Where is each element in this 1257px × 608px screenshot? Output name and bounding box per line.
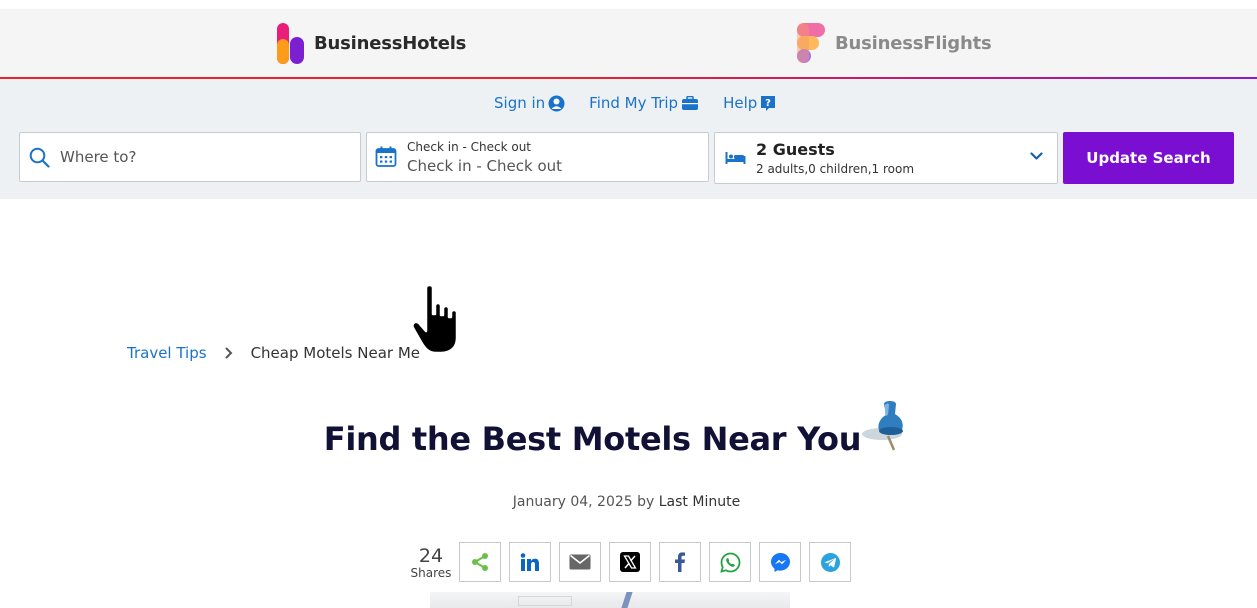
guests-selector[interactable]: 2 Guests 2 adults,0 children,1 room bbox=[714, 132, 1058, 184]
user-icon bbox=[548, 95, 565, 112]
brand-tab-business-hotels[interactable]: BusinessHotels bbox=[276, 9, 466, 78]
article-by: by bbox=[637, 494, 655, 510]
article-title: Find the Best Motels Near You bbox=[323, 420, 862, 458]
brand-bar: BusinessHotels BusinessFlights bbox=[0, 9, 1257, 78]
chevron-down-icon[interactable] bbox=[1030, 152, 1043, 161]
guests-detail: 2 adults,0 children,1 room bbox=[756, 162, 915, 176]
hero-image-detail bbox=[518, 596, 572, 606]
guests-text: 2 Guests 2 adults,0 children,1 room bbox=[756, 140, 914, 176]
telegram-share-button[interactable] bbox=[809, 542, 851, 582]
share-button[interactable] bbox=[459, 542, 501, 582]
messenger-icon bbox=[770, 552, 791, 573]
help-label: Help bbox=[723, 94, 758, 112]
find-my-trip-link[interactable]: Find My Trip bbox=[589, 94, 699, 112]
whatsapp-icon bbox=[719, 552, 741, 573]
linkedin-icon bbox=[520, 553, 540, 571]
share-icon bbox=[470, 552, 490, 572]
calendar-icon bbox=[375, 146, 397, 168]
find-my-trip-label: Find My Trip bbox=[589, 94, 679, 112]
whatsapp-share-button[interactable] bbox=[709, 542, 751, 582]
search-panel: Sign in Find My Trip Help ? Where to? Ch… bbox=[0, 79, 1257, 199]
dates-text: Check in - Check out Check in - Check ou… bbox=[407, 140, 562, 175]
chevron-right-icon bbox=[225, 347, 233, 359]
share-counter: 24 Shares bbox=[408, 546, 454, 580]
help-icon: ? bbox=[760, 95, 776, 112]
x-icon bbox=[620, 552, 640, 572]
email-share-button[interactable] bbox=[559, 542, 601, 582]
breadcrumb-current: Cheap Motels Near Me bbox=[250, 344, 420, 362]
sign-in-link[interactable]: Sign in bbox=[494, 94, 565, 112]
help-link[interactable]: Help ? bbox=[723, 94, 776, 112]
share-count: 24 bbox=[418, 545, 444, 567]
article-date: January 04, 2025 bbox=[512, 494, 633, 510]
briefcase-icon bbox=[681, 95, 699, 111]
dates-field[interactable]: Check in - Check out Check in - Check ou… bbox=[366, 132, 709, 182]
linkedin-share-button[interactable] bbox=[509, 542, 551, 582]
brand-name-flights: BusinessFlights bbox=[835, 33, 992, 54]
article-author-link[interactable]: Last Minute bbox=[659, 494, 740, 510]
hero-image bbox=[430, 592, 790, 608]
dates-input[interactable]: Check in - Check out bbox=[407, 157, 562, 175]
article-meta: January 04, 2025 by Last Minute bbox=[0, 494, 1253, 510]
share-label: Shares bbox=[410, 566, 452, 580]
facebook-icon bbox=[674, 552, 686, 572]
destination-field[interactable]: Where to? bbox=[19, 132, 361, 182]
messenger-share-button[interactable] bbox=[759, 542, 801, 582]
telegram-icon bbox=[820, 552, 841, 573]
breadcrumb: Travel Tips Cheap Motels Near Me bbox=[127, 344, 420, 362]
email-icon bbox=[569, 554, 591, 570]
business-hotels-logo-icon bbox=[276, 22, 305, 65]
search-icon bbox=[29, 147, 50, 168]
guests-count: 2 Guests bbox=[756, 140, 835, 159]
update-search-button[interactable]: Update Search bbox=[1063, 132, 1234, 184]
brand-name-hotels: BusinessHotels bbox=[314, 33, 467, 54]
brand-tab-business-flights[interactable]: BusinessFlights bbox=[796, 9, 992, 78]
hero-image-detail-accent bbox=[621, 592, 633, 608]
bed-icon bbox=[725, 151, 746, 165]
x-share-button[interactable] bbox=[609, 542, 651, 582]
dates-label: Check in - Check out bbox=[407, 139, 532, 154]
pushpin-icon bbox=[858, 400, 920, 459]
sign-in-label: Sign in bbox=[494, 94, 546, 112]
share-buttons bbox=[459, 542, 851, 582]
facebook-share-button[interactable] bbox=[659, 542, 701, 582]
business-flights-logo-icon bbox=[796, 22, 826, 65]
top-links: Sign in Find My Trip Help ? bbox=[494, 94, 800, 112]
destination-input[interactable]: Where to? bbox=[60, 148, 136, 166]
breadcrumb-travel-tips-link[interactable]: Travel Tips bbox=[127, 344, 207, 362]
svg-text:?: ? bbox=[765, 98, 771, 109]
